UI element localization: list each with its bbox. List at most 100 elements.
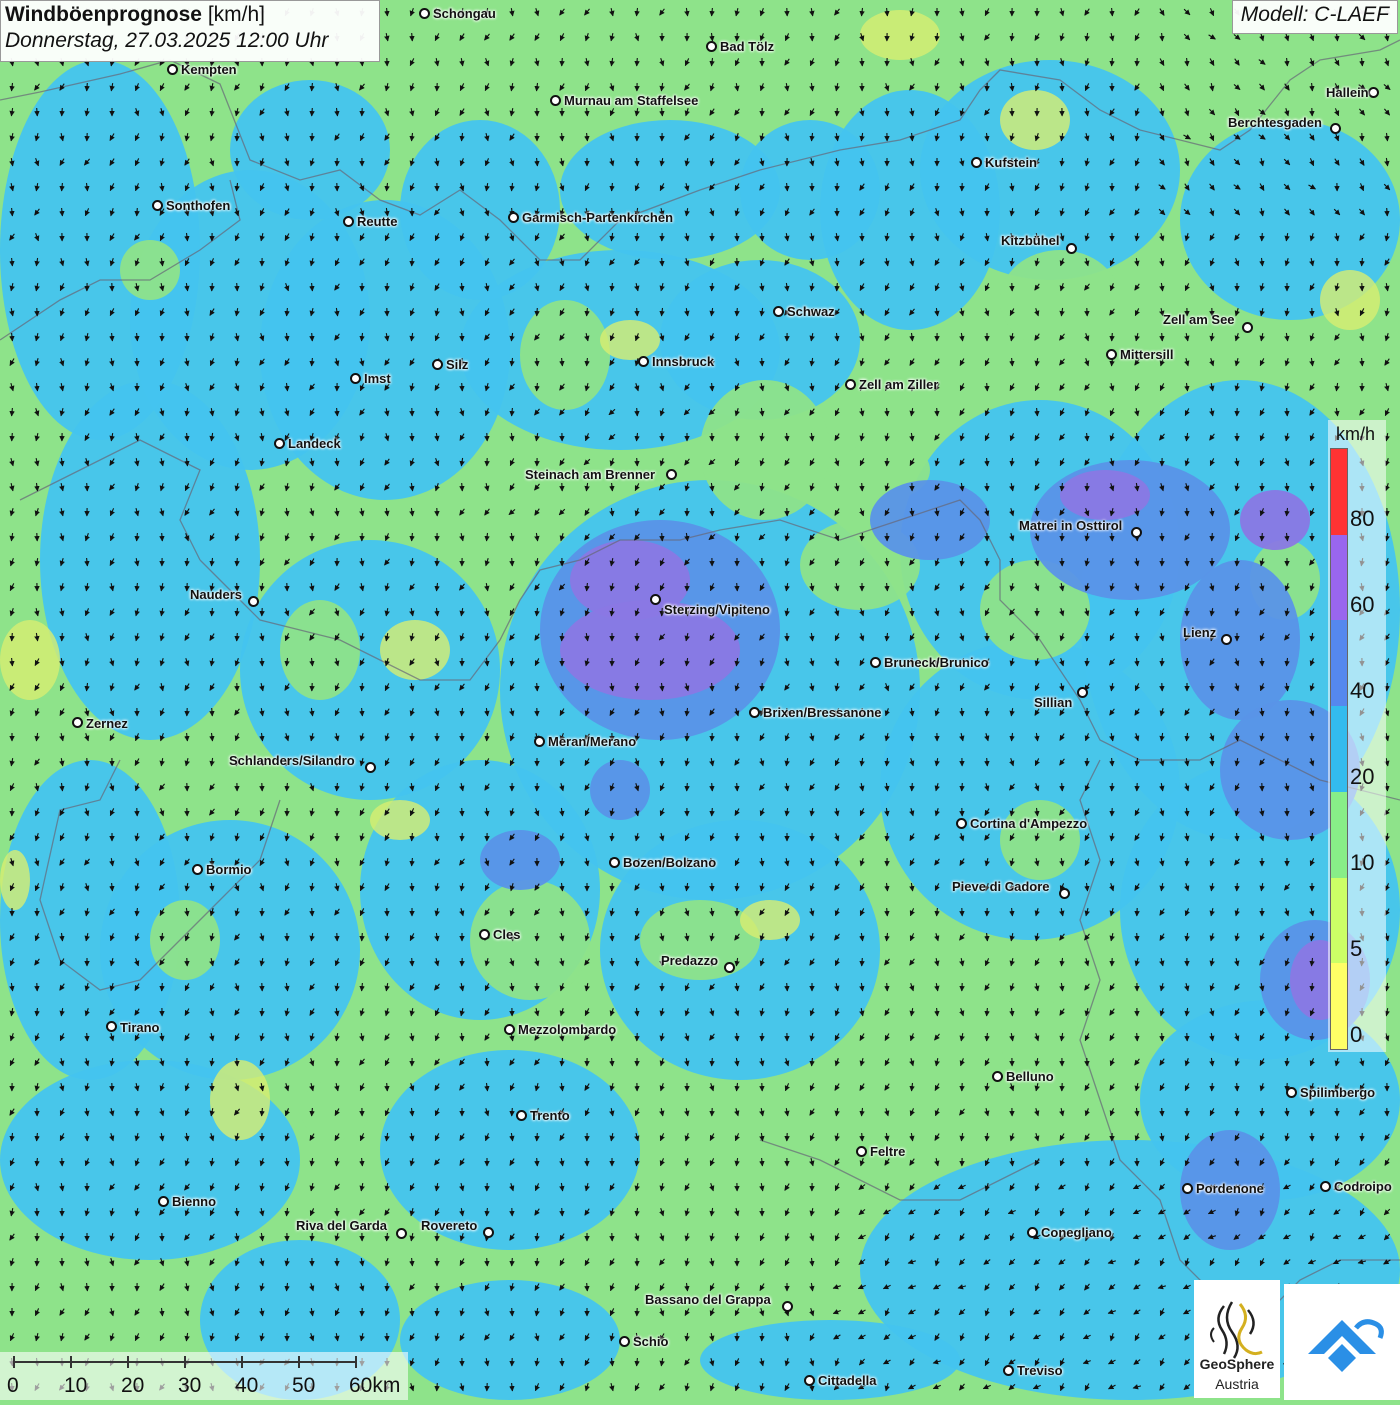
city-marker[interactable] [516,1110,527,1121]
city-label: Kitzbühel [1001,233,1060,248]
city-marker[interactable] [870,657,881,668]
wind-arrow [62,108,63,116]
legend-color-segment [1331,878,1347,964]
city-marker[interactable] [167,64,178,75]
city-marker[interactable] [158,1196,169,1207]
wind-arrow [1137,933,1138,941]
city-marker[interactable] [666,469,677,480]
city-marker[interactable] [845,379,856,390]
city-marker[interactable] [782,1301,793,1312]
city-marker[interactable] [1027,1227,1038,1238]
wind-arrow [637,408,638,416]
city-label: Belluno [1006,1069,1054,1084]
city-marker[interactable] [274,438,285,449]
city-marker[interactable] [619,1336,630,1347]
city-marker[interactable] [483,1227,494,1238]
city-marker[interactable] [152,200,163,211]
city-label: Reutte [357,214,397,229]
city-marker[interactable] [724,962,735,973]
city-marker[interactable] [1131,527,1142,538]
wind-arrow [462,833,463,841]
city-marker[interactable] [396,1228,407,1239]
city-marker[interactable] [72,717,83,728]
city-label: Meran/Merano [548,734,636,749]
city-marker[interactable] [248,596,259,607]
wind-arrow [412,33,413,41]
city-marker[interactable] [1286,1087,1297,1098]
wind-arrow [312,183,313,191]
wind-arrow [137,358,138,366]
blue-wind-area [380,1050,640,1250]
wind-arrow [987,758,988,766]
city-marker[interactable] [1003,1365,1014,1376]
scale-label: 50 [292,1374,315,1398]
city-label: Mezzolombardo [518,1022,616,1037]
city-marker[interactable] [1182,1183,1193,1194]
wind-arrow [587,1283,588,1291]
city-marker[interactable] [1330,123,1341,134]
city-marker[interactable] [365,762,376,773]
city-label: Pordenone [1196,1181,1264,1196]
city-marker[interactable] [1106,349,1117,360]
app-logo[interactable] [1284,1284,1400,1400]
city-marker[interactable] [1320,1181,1331,1192]
city-marker[interactable] [609,857,620,868]
city-marker[interactable] [432,359,443,370]
city-label: Bruneck/Brunico [884,655,989,670]
city-marker[interactable] [343,216,354,227]
city-marker[interactable] [106,1021,117,1032]
wind-arrow [1212,1083,1213,1091]
city-marker[interactable] [479,929,490,940]
wind-arrow [512,1108,513,1116]
green-wind-area [470,880,590,1000]
wind-arrow [412,958,413,966]
legend-tick-label: 0 [1350,1022,1362,1048]
wind-arrow [237,1058,238,1066]
city-marker[interactable] [504,1024,515,1035]
wind-arrow [537,1158,538,1166]
wind-arrow [1237,558,1238,566]
wind-arrow [712,1058,713,1066]
city-marker[interactable] [749,707,760,718]
city-marker[interactable] [773,306,784,317]
city-marker[interactable] [1066,243,1077,254]
city-marker[interactable] [192,864,203,875]
wind-arrow [837,283,838,291]
city-marker[interactable] [1242,322,1253,333]
geosphere-logo[interactable]: GeoSphere Austria [1194,1280,1280,1398]
city-marker[interactable] [992,1071,1003,1082]
city-marker[interactable] [550,95,561,106]
city-marker[interactable] [350,373,361,384]
city-marker[interactable] [971,157,982,168]
city-marker[interactable] [706,41,717,52]
yellow-wind-area [740,900,800,940]
geosphere-name: GeoSphere [1194,1356,1280,1372]
wind-arrow [162,533,163,541]
city-marker[interactable] [638,356,649,367]
wind-arrow [562,858,563,866]
city-marker[interactable] [956,818,967,829]
scale-bar-ruler [0,1352,408,1400]
city-marker[interactable] [804,1375,815,1386]
wind-arrow [12,633,13,641]
city-marker[interactable] [419,8,430,19]
city-marker[interactable] [1077,687,1088,698]
city-marker[interactable] [1221,634,1232,645]
city-marker[interactable] [650,594,661,605]
city-marker[interactable] [534,736,545,747]
wind-arrow [1187,558,1188,566]
city-label: Sterzing/Vipiteno [664,602,770,617]
city-marker[interactable] [856,1146,867,1157]
wind-arrow [1287,408,1288,416]
wind-arrow [887,983,888,991]
wind-arrow [937,408,938,416]
city-marker[interactable] [508,212,519,223]
map-title: Windböenprognose [km/h] [5,3,375,27]
wind-arrow [462,808,463,816]
wind-arrow [87,83,88,91]
city-marker[interactable] [1368,87,1379,98]
city-marker[interactable] [1059,888,1070,899]
map-title-main: Windböenprognose [5,3,202,26]
blue-wind-area [740,120,880,260]
green-wind-area [120,240,180,300]
